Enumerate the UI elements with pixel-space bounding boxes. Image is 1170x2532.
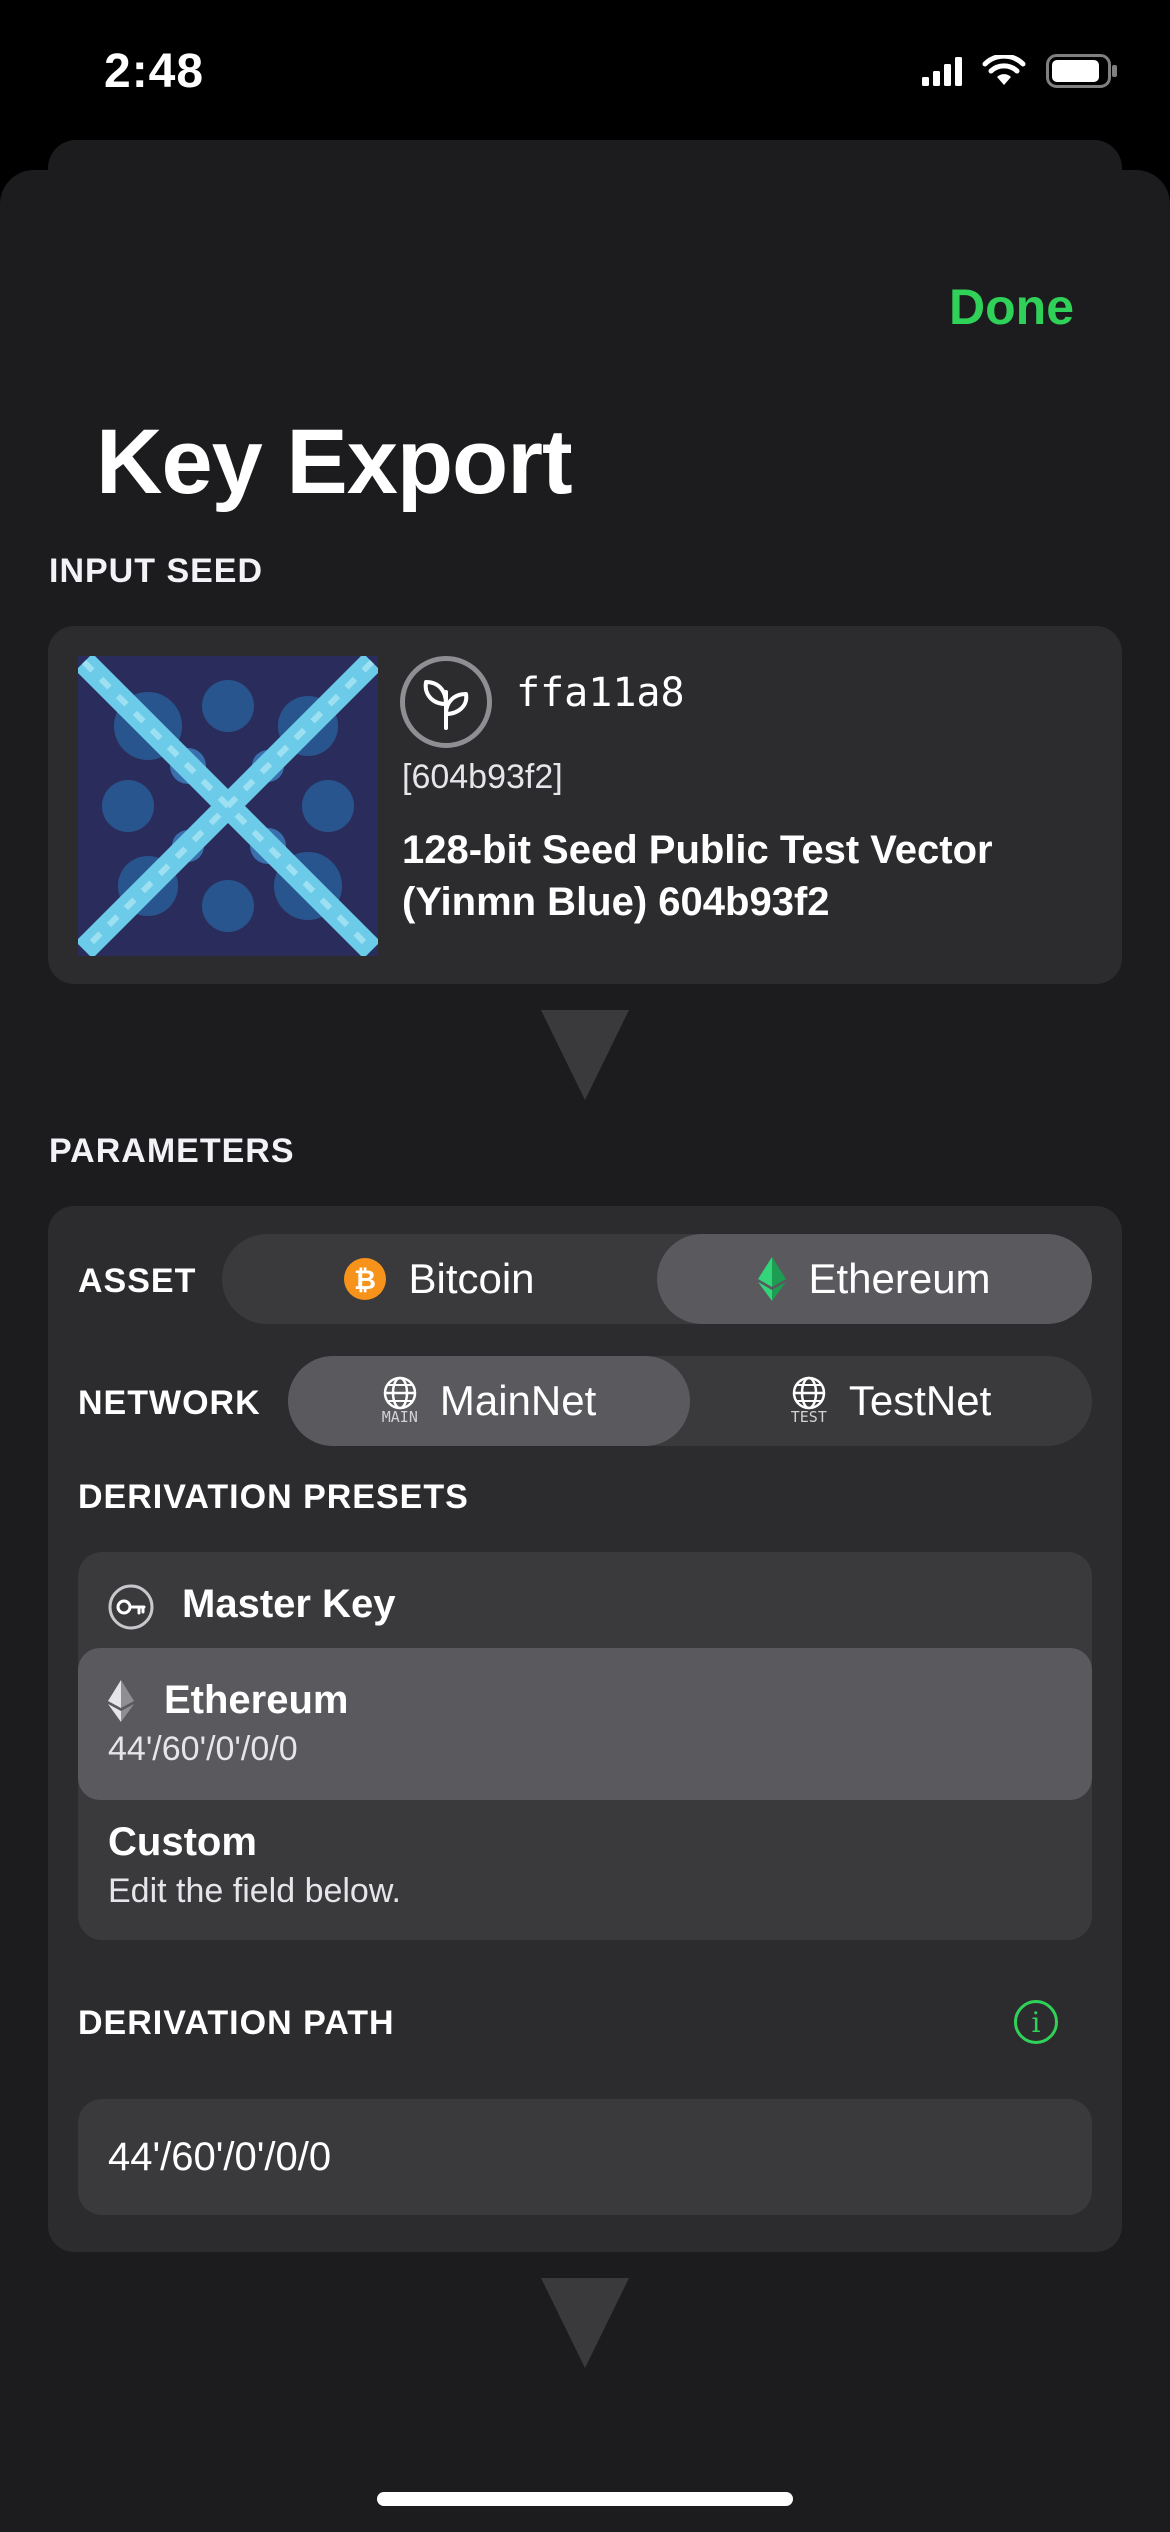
status-icons bbox=[922, 54, 1118, 88]
info-icon[interactable]: i bbox=[1014, 2000, 1058, 2044]
testnet-globe-icon: TEST bbox=[791, 1376, 827, 1426]
parameters-header: PARAMETERS bbox=[49, 1132, 295, 1170]
parameters-card: ASSET ₿ Bitcoin Ethereum NETWORK MAIN Ma… bbox=[48, 1206, 1122, 2252]
seed-icon bbox=[400, 656, 492, 748]
testnet-icon-caption: TEST bbox=[790, 1408, 827, 1426]
input-seed-card[interactable]: ffa11a8 [604b93f2] 128-bit Seed Public T… bbox=[48, 626, 1122, 984]
segment-ethereum[interactable]: Ethereum bbox=[657, 1234, 1092, 1324]
seed-digest: [604b93f2] bbox=[402, 758, 563, 796]
asset-selector: ₿ Bitcoin Ethereum bbox=[222, 1234, 1092, 1324]
seed-name: 128-bit Seed Public Test Vector (Yinmn B… bbox=[402, 828, 993, 924]
svg-text:₿: ₿ bbox=[354, 1265, 376, 1296]
preset-master-key-title: Master Key bbox=[182, 1582, 396, 1626]
asset-label: ASSET bbox=[78, 1262, 197, 1300]
input-seed-header: INPUT SEED bbox=[49, 552, 264, 590]
preset-custom[interactable]: Custom Edit the field below. bbox=[78, 1800, 1092, 1940]
segment-mainnet[interactable]: MAIN MainNet bbox=[288, 1356, 690, 1446]
ethereum-icon bbox=[108, 1680, 134, 1722]
done-button[interactable]: Done bbox=[949, 278, 1074, 336]
preset-ethereum[interactable]: Ethereum 44'/60'/0'/0/0 bbox=[78, 1648, 1092, 1800]
arrow-down-icon bbox=[541, 1010, 629, 1100]
preset-ethereum-path: 44'/60'/0'/0/0 bbox=[108, 1730, 298, 1768]
derivation-path-label: DERIVATION PATH bbox=[78, 2004, 395, 2042]
preset-custom-subtitle: Edit the field below. bbox=[108, 1872, 401, 1910]
seed-id: ffa11a8 bbox=[516, 670, 685, 716]
segment-mainnet-label: MainNet bbox=[439, 1377, 597, 1424]
key-export-sheet: Done Key Export INPUT SEED ffa11a8 [604b… bbox=[0, 170, 1170, 2532]
home-indicator bbox=[377, 2492, 793, 2506]
arrow-down-icon bbox=[541, 2278, 629, 2368]
derivation-presets-label: DERIVATION PRESETS bbox=[78, 1478, 469, 1516]
preset-custom-title: Custom bbox=[108, 1820, 257, 1864]
derivation-presets-list: Master Key Ethereum 44'/60'/0'/0/0 Custo… bbox=[78, 1552, 1092, 1940]
battery-icon bbox=[1046, 54, 1117, 88]
preset-ethereum-title: Ethereum bbox=[164, 1678, 349, 1722]
page-title: Key Export bbox=[96, 411, 573, 513]
mainnet-icon-caption: MAIN bbox=[381, 1408, 418, 1426]
mainnet-globe-icon: MAIN bbox=[382, 1376, 418, 1426]
network-selector: MAIN MainNet TEST TestNet bbox=[288, 1356, 1092, 1446]
ethereum-icon bbox=[758, 1257, 787, 1301]
segment-ethereum-label: Ethereum bbox=[808, 1255, 991, 1302]
preset-master-key[interactable]: Master Key bbox=[78, 1552, 1092, 1648]
segment-testnet-label: TestNet bbox=[848, 1377, 992, 1424]
key-icon bbox=[108, 1584, 154, 1630]
bitcoin-icon: ₿ bbox=[344, 1258, 387, 1300]
segment-testnet[interactable]: TEST TestNet bbox=[690, 1356, 1092, 1446]
network-label: NETWORK bbox=[78, 1384, 261, 1422]
wifi-icon bbox=[982, 55, 1026, 85]
segment-bitcoin-label: Bitcoin bbox=[408, 1255, 535, 1302]
status-bar: 2:48 bbox=[0, 0, 1170, 150]
lifehash-image bbox=[78, 656, 378, 956]
cellular-signal-icon bbox=[922, 57, 962, 86]
status-time: 2:48 bbox=[104, 45, 205, 98]
segment-bitcoin[interactable]: ₿ Bitcoin bbox=[222, 1234, 657, 1324]
derivation-path-field[interactable]: 44'/60'/0'/0/0 bbox=[78, 2099, 1092, 2215]
